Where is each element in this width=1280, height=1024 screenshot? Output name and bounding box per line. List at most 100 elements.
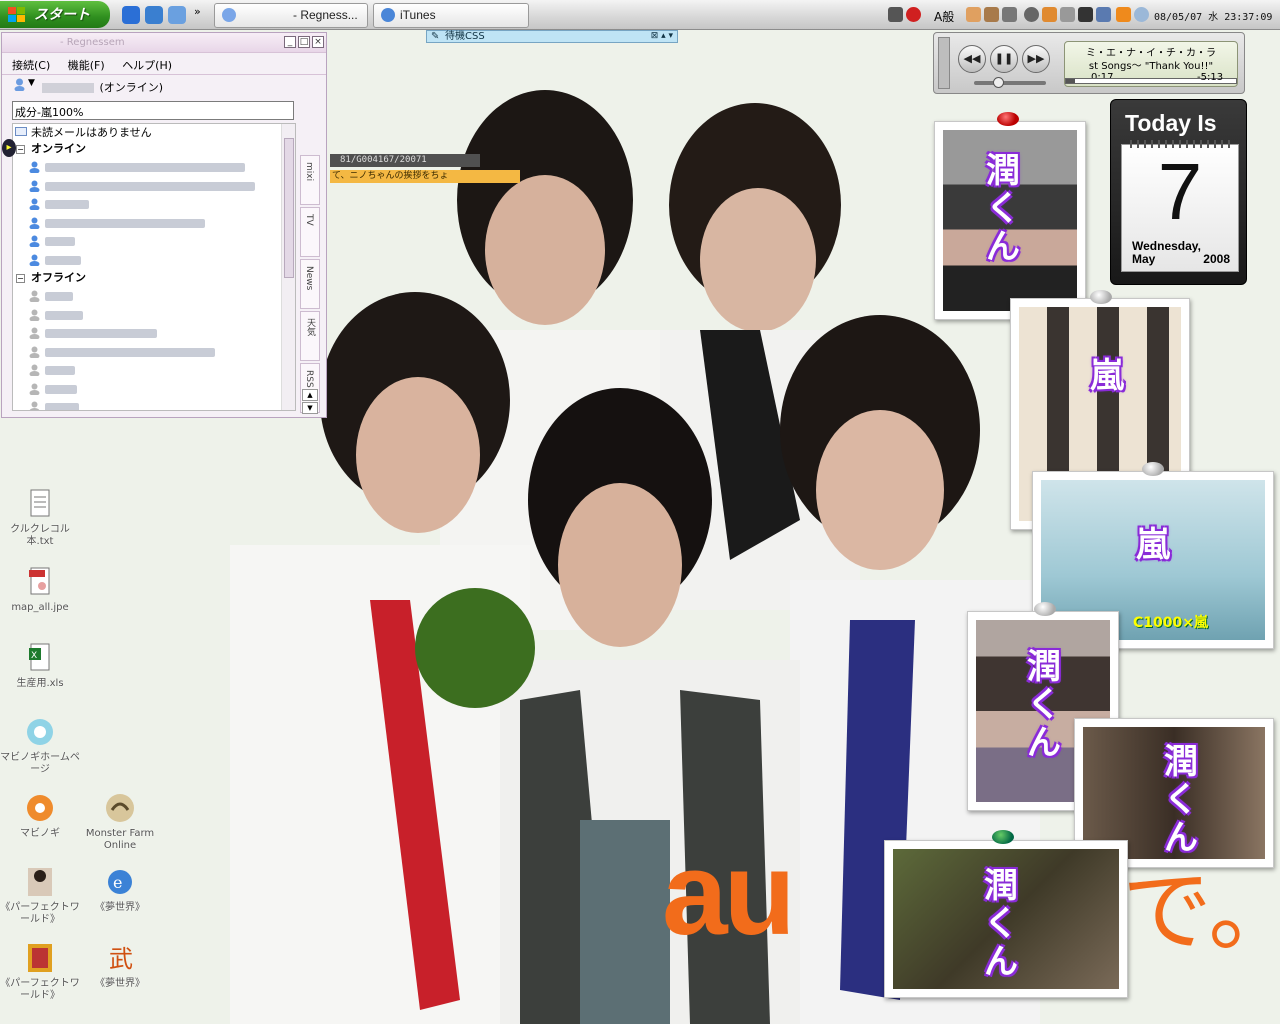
contact-row[interactable]: [13, 306, 295, 325]
close-button[interactable]: ×: [312, 36, 324, 48]
blurred-contact-name: [45, 255, 81, 265]
collapse-icon[interactable]: −: [16, 145, 25, 154]
scroll-down-icon[interactable]: ▼: [302, 402, 318, 414]
icon-yume-sekai-1[interactable]: e 《夢世界》: [80, 866, 160, 916]
icon-label: map_all.jpe: [11, 602, 69, 613]
contact-row[interactable]: [13, 324, 295, 343]
contact-row[interactable]: [13, 232, 295, 251]
contact-row[interactable]: [13, 398, 295, 410]
mascot-icon[interactable]: [966, 7, 981, 22]
buddy-icon: [222, 8, 236, 22]
task-regnessem[interactable]: - Regness...: [214, 3, 368, 28]
side-tab-news[interactable]: News: [300, 259, 320, 309]
group-online-label: オンライン: [31, 142, 86, 155]
next-track-button[interactable]: ▶▶: [1022, 45, 1050, 73]
photo-jun-4[interactable]: 潤くん: [884, 840, 1128, 998]
volume-knob[interactable]: [992, 77, 1004, 88]
side-tab-weather[interactable]: 天気: [300, 311, 320, 361]
icon-mabinogi[interactable]: マビノギ: [0, 792, 80, 842]
css-bar-close-icon[interactable]: ⊠ ▴ ▾: [651, 31, 673, 42]
contact-row[interactable]: [13, 177, 295, 196]
orange-tray-icon[interactable]: [1116, 7, 1131, 22]
icon-monster-farm[interactable]: Monster Farm Online: [80, 792, 160, 852]
icon-txt-file[interactable]: クルクレコル本.txt: [0, 488, 80, 548]
icon-yume-sekai-2[interactable]: 武 《夢世界》: [80, 942, 160, 992]
mail-notice: 未読メールはありません: [31, 126, 152, 139]
news-ticker[interactable]: て、ニノちゃんの挨拶をちょ: [330, 170, 520, 183]
menu-help[interactable]: ヘルプ(H): [122, 59, 172, 72]
contact-row[interactable]: [13, 343, 295, 362]
contact-row[interactable]: [13, 214, 295, 233]
status-dropdown-icon[interactable]: ▼: [28, 78, 35, 88]
icon-mabinogi-home[interactable]: マビノギホームページ: [0, 716, 80, 778]
contact-row[interactable]: [13, 195, 295, 214]
internet-explorer-icon[interactable]: [122, 6, 140, 24]
contact-list-scrollbar[interactable]: [281, 124, 295, 410]
pause-button[interactable]: ❚❚: [990, 45, 1018, 73]
css-bar-label: 待機CSS: [445, 31, 485, 42]
offline-buddy-icon: [29, 327, 40, 339]
messenger-menubar: 接続(C) 機能(F) ヘルプ(H): [2, 53, 326, 75]
today-is-widget[interactable]: Today Is 7 Wednesday, May 2008: [1110, 99, 1247, 285]
start-button[interactable]: スタート: [0, 1, 110, 28]
red-pushpin-icon: [997, 112, 1019, 126]
floating-css-bar[interactable]: ✎ 待機CSS ⊠ ▴ ▾: [426, 30, 678, 43]
personal-message-field[interactable]: 成分-嵐100%: [12, 101, 294, 120]
icon-xls-file[interactable]: X 生産用.xls: [0, 642, 80, 692]
group-online[interactable]: − オンライン: [13, 140, 295, 158]
previous-track-button[interactable]: ◀◀: [958, 45, 986, 73]
contact-row[interactable]: [13, 287, 295, 306]
contact-row[interactable]: [13, 361, 295, 380]
ime-indicator[interactable]: A般: [934, 8, 954, 25]
offline-buddy-icon: [29, 364, 40, 376]
globe-tray-icon[interactable]: [1134, 7, 1149, 22]
messenger-title: - Regnessem: [60, 37, 125, 48]
itunes-quicklaunch-icon[interactable]: [168, 6, 186, 24]
contact-row[interactable]: [13, 251, 295, 270]
side-tab-mixi[interactable]: mixi: [300, 155, 320, 205]
taskbar-clock[interactable]: 08/05/07 水 23:37:09: [1154, 8, 1272, 23]
mabinogi-homepage-icon: [27, 719, 53, 745]
group-offline[interactable]: − オフライン: [13, 269, 295, 287]
mabinogi-icon: [27, 795, 53, 821]
status-row[interactable]: ▼ (オンライン): [2, 75, 326, 95]
photo-jun-1[interactable]: 潤くん: [934, 121, 1086, 320]
person-tray-icon[interactable]: [1060, 7, 1075, 22]
pen-icon[interactable]: [1096, 7, 1111, 22]
messenger-titlebar[interactable]: - Regnessem _ □ ×: [2, 33, 326, 53]
box-icon[interactable]: [984, 7, 999, 22]
minimize-button[interactable]: _: [284, 36, 296, 48]
mail-notice-row[interactable]: 未読メールはありません: [13, 124, 295, 140]
icon-jpeg-file[interactable]: map_all.jpe: [0, 566, 80, 616]
yume-sekai-icon: 武: [109, 945, 133, 973]
back-arrow-icon[interactable]: [1024, 7, 1039, 22]
offline-buddy-icon: [29, 309, 40, 321]
contact-row[interactable]: [13, 380, 295, 399]
menu-function[interactable]: 機能(F): [68, 59, 105, 72]
task-itunes[interactable]: iTunes: [373, 3, 529, 28]
icon-perfect-world-1[interactable]: 《パーフェクトワールド》: [0, 866, 80, 926]
z-icon[interactable]: [1078, 7, 1093, 22]
fox-icon[interactable]: [1042, 7, 1057, 22]
progress-fill: [1066, 79, 1075, 83]
red-ball-icon[interactable]: [906, 7, 921, 22]
quicklaunch-expand-icon[interactable]: »: [194, 5, 201, 18]
itunes-window-controls[interactable]: [938, 37, 950, 89]
icon-perfect-world-2[interactable]: 《パーフェクトワールド》: [0, 942, 80, 1002]
refresh-app-icon[interactable]: [145, 6, 163, 24]
collapse-icon[interactable]: −: [16, 274, 25, 283]
task-regnessem-label: - Regness...: [293, 8, 358, 22]
expand-arrow-icon[interactable]: ▸: [2, 139, 16, 157]
calendar-tray-icon[interactable]: [1002, 7, 1017, 22]
weekday: Wednesday,: [1132, 239, 1201, 253]
svg-text:X: X: [31, 651, 37, 661]
menu-connect[interactable]: 接続(C): [12, 59, 50, 72]
maximize-button[interactable]: □: [298, 36, 310, 48]
icon-label: 《夢世界》: [95, 902, 145, 913]
volume-slider[interactable]: [974, 77, 1046, 88]
keyboard-icon[interactable]: [888, 7, 903, 22]
side-tab-tv[interactable]: TV: [300, 207, 320, 257]
scroll-up-icon[interactable]: ▲: [302, 389, 318, 401]
contact-row[interactable]: [13, 158, 295, 177]
scrollbar-thumb[interactable]: [284, 138, 294, 278]
